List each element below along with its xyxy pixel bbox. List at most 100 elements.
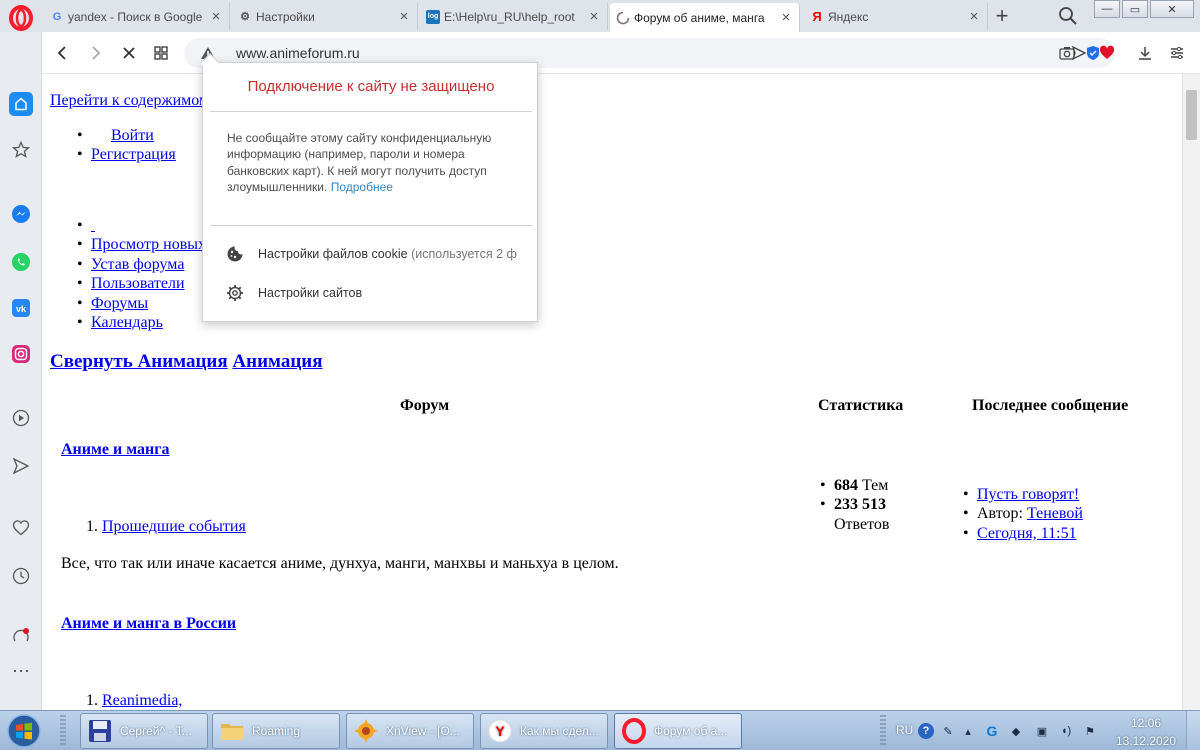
close-tab-icon[interactable]: × [587, 9, 601, 24]
cookie-settings-item[interactable]: Настройки файлов cookie (используется 2 … [225, 243, 517, 265]
instagram-icon[interactable] [9, 342, 33, 366]
tab-title: Форум об аниме, манга [634, 10, 765, 25]
close-icon [123, 47, 135, 59]
maximize-button[interactable]: ▭ [1122, 0, 1148, 18]
tray-app-icon[interactable]: ◆ [1008, 723, 1024, 739]
login-link[interactable]: Войти [111, 127, 154, 144]
yandex-favicon-icon: Я [812, 9, 822, 24]
nav-users-link[interactable]: Пользователи [91, 275, 185, 292]
nav-home-link[interactable] [91, 217, 95, 234]
volume-icon[interactable]: ◖) [1058, 723, 1074, 739]
collapse-section-link[interactable]: Свернуть Анимация [50, 351, 228, 372]
topics-label: Тем [862, 477, 889, 494]
nav-forums-link[interactable]: Форумы [91, 295, 148, 312]
more-options-icon[interactable]: ··· [9, 658, 33, 682]
whatsapp-icon[interactable] [9, 250, 33, 274]
task-xnview[interactable]: XnView - [O... [346, 713, 474, 749]
close-tab-icon[interactable]: × [397, 9, 411, 24]
update-icon[interactable]: G [984, 723, 1000, 739]
site-settings-item[interactable]: Настройки сайтов [225, 282, 517, 304]
page-scrollbar[interactable] [1182, 74, 1200, 710]
tab-yandex[interactable]: Я Яндекс × [804, 3, 988, 30]
topics-count: 684 [834, 477, 858, 494]
search-icon [1059, 7, 1077, 25]
cookie-count-note: (используется 2 файла) [411, 247, 517, 261]
chevron-up-icon[interactable]: ▴ [960, 723, 976, 739]
messenger-icon[interactable] [9, 202, 33, 226]
task-opera[interactable]: Форум об а... [614, 713, 742, 749]
subforum-link[interactable]: Прошедшие события [102, 518, 246, 535]
last-post-link[interactable]: Пусть говорят! [977, 486, 1079, 503]
easy-setup-icon[interactable] [1166, 42, 1188, 64]
nav-links-list: Просмотр новых Устав форума Пользователи… [77, 216, 206, 333]
register-link[interactable]: Регистрация [91, 146, 176, 163]
sidebar-speed-dial-icon[interactable] [9, 138, 33, 162]
close-window-button[interactable]: ✕ [1150, 0, 1194, 18]
clock-time[interactable]: 12:06 [1116, 716, 1176, 730]
bookmarks-heart-icon[interactable] [9, 516, 33, 540]
tab-google-search[interactable]: G yandex - Поиск в Google × [44, 3, 230, 30]
list-item: Просмотр новых [77, 235, 206, 255]
player-icon[interactable] [9, 406, 33, 430]
learn-more-link[interactable]: Подробнее [331, 180, 393, 194]
opera-menu-button[interactable] [6, 3, 36, 33]
back-button[interactable] [50, 40, 76, 66]
subforum-link[interactable]: Reanimedia, [102, 692, 182, 709]
language-indicator[interactable]: RU [896, 723, 913, 737]
tiles-button[interactable] [148, 40, 174, 66]
section-title-link[interactable]: Анимация [232, 351, 322, 372]
sidebar-home-icon[interactable] [9, 92, 33, 116]
close-tab-icon[interactable]: × [779, 10, 793, 25]
list-item: Форумы [77, 294, 206, 314]
nav-calendar-link[interactable]: Календарь [91, 314, 163, 331]
forward-button[interactable] [82, 40, 108, 66]
close-tab-icon[interactable]: × [209, 9, 223, 24]
yandex-browser-icon: Y [487, 718, 513, 744]
vk-icon[interactable]: vk [9, 296, 33, 320]
gear-icon [225, 283, 245, 303]
clock-date[interactable]: 13.12.2020 [1112, 734, 1180, 748]
section-heading: Свернуть Анимация Анимация [50, 351, 323, 373]
svg-text:Y: Y [495, 723, 505, 739]
minimize-button[interactable]: — [1094, 0, 1120, 18]
forum-title-link[interactable]: Аниме и манга в России [61, 615, 236, 633]
skip-to-content-link[interactable]: Перейти к содержимому [50, 92, 217, 110]
pen-icon[interactable]: ✎ [940, 723, 956, 739]
tab-help[interactable]: log E:\Help\ru_RU\help_root × [420, 3, 608, 30]
tab-search-button[interactable] [1058, 6, 1080, 28]
site-security-popup: Подключение к сайту не защищено Не сообщ… [200, 53, 538, 322]
stop-loading-button[interactable] [116, 40, 142, 66]
new-tab-button[interactable]: + [990, 3, 1014, 28]
help-icon[interactable]: ? [918, 723, 934, 739]
heart-icon[interactable] [1096, 42, 1118, 64]
grid-icon [154, 46, 168, 60]
history-clock-icon[interactable] [9, 564, 33, 588]
send-icon[interactable] [1068, 42, 1090, 64]
task-document[interactable]: Сергей^ - Т... [80, 713, 208, 749]
close-tab-icon[interactable]: × [967, 9, 981, 24]
task-explorer[interactable]: Roaming [212, 713, 340, 749]
scrollbar-thumb[interactable] [1186, 90, 1197, 140]
windows-logo-icon [7, 714, 41, 748]
replies-stat: 233 513Ответов [820, 495, 924, 534]
subforum-item: 1. Прошедшие события [86, 518, 246, 536]
network-icon[interactable]: ▣ [1034, 723, 1050, 739]
forum-title-link[interactable]: Аниме и манга [61, 441, 169, 459]
start-button[interactable] [2, 712, 46, 750]
tab-settings[interactable]: ⚙ Настройки × [232, 3, 418, 30]
nav-new-posts-link[interactable]: Просмотр новых [91, 236, 206, 253]
xnview-icon [353, 718, 379, 744]
flag-icon[interactable]: ⚑ [1082, 723, 1098, 739]
extensions-icon[interactable] [9, 624, 33, 648]
subforum-number: 1. [86, 692, 98, 709]
tab-animeforum[interactable]: Форум об аниме, манга × [610, 3, 800, 32]
download-icon[interactable] [1134, 42, 1156, 64]
url-text[interactable]: www.animeforum.ru [236, 45, 360, 61]
last-post-time-link[interactable]: Сегодня, 11:51 [977, 525, 1077, 542]
task-yandex-browser[interactable]: Y Как мы сдел... [480, 713, 608, 749]
my-flow-icon[interactable] [9, 454, 33, 478]
last-post-author-link[interactable]: Теневой [1027, 505, 1083, 522]
replies-count: 233 513 [834, 496, 886, 514]
nav-rules-link[interactable]: Устав форума [91, 256, 184, 273]
show-desktop-button[interactable] [1186, 711, 1200, 750]
